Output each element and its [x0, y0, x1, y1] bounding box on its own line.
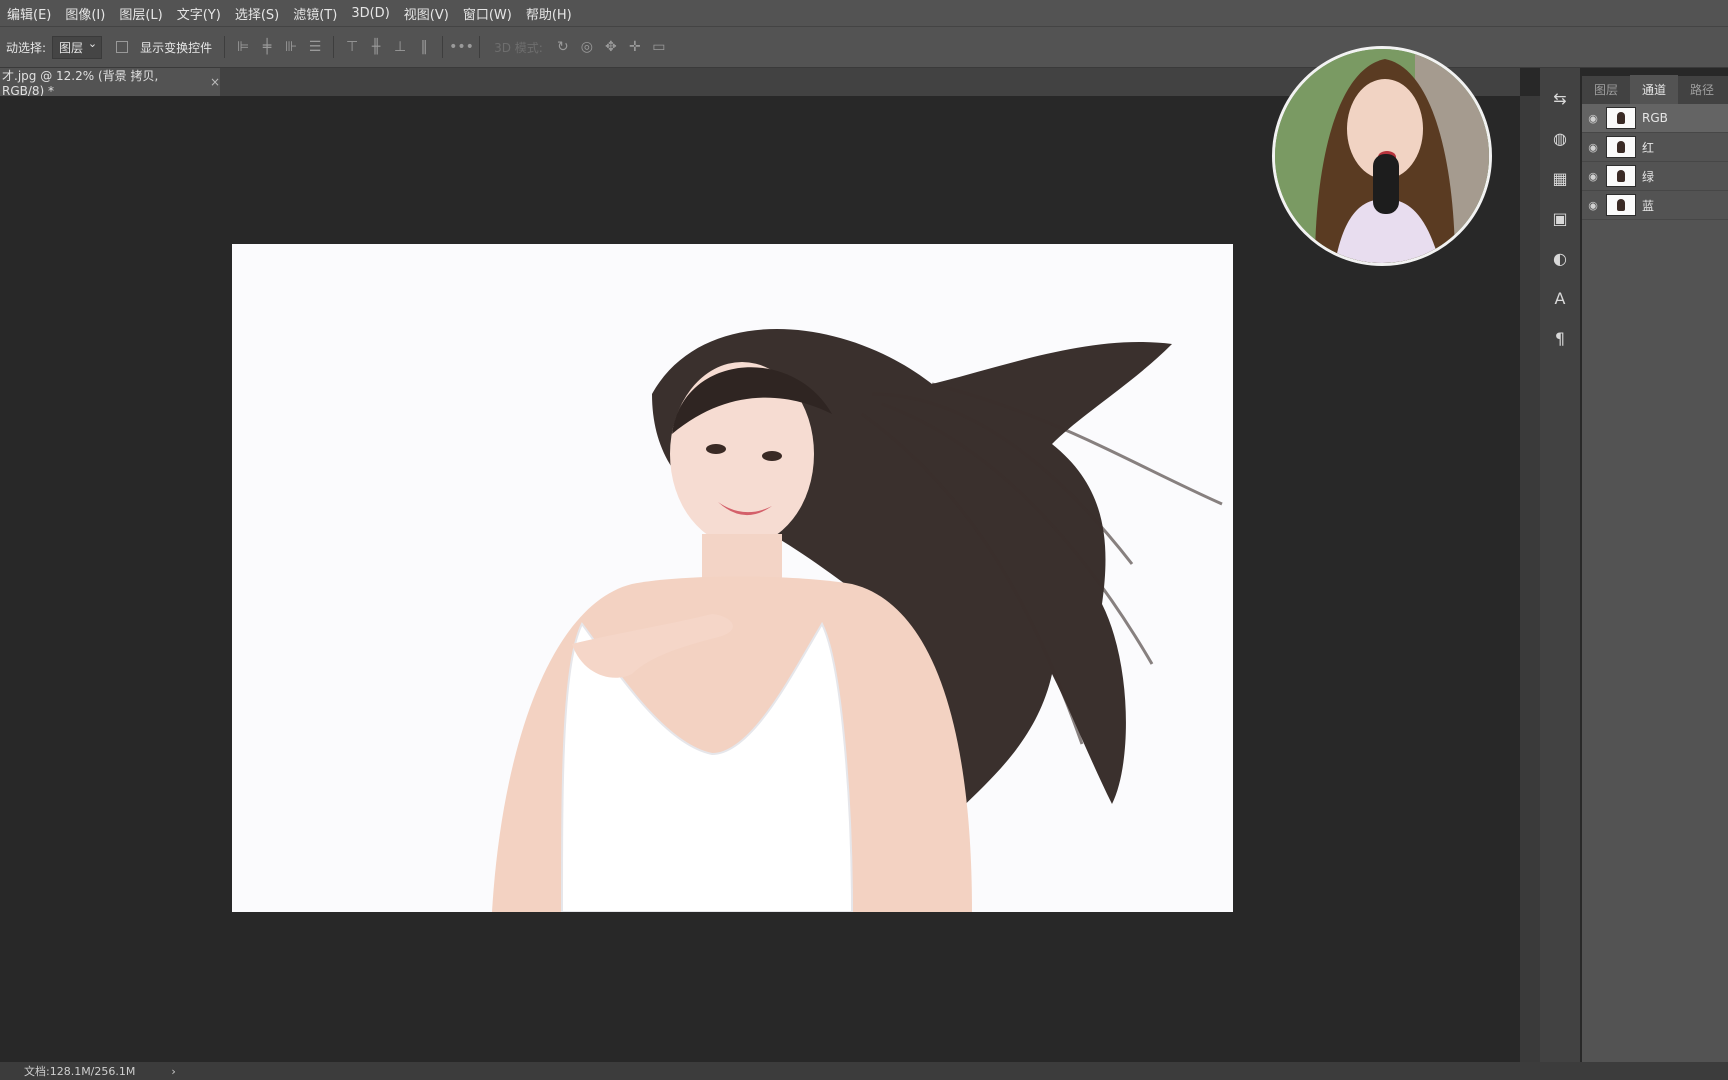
eye-icon[interactable]: ◉	[1584, 199, 1602, 212]
panel-tabs: 图层 通道 路径	[1582, 75, 1728, 104]
more-options-icon[interactable]: •••	[449, 39, 474, 55]
align-top-icon[interactable]: ⊤	[340, 39, 364, 55]
panel-icon-column: ⇆ ◍ ▦ ▣ ◐ A ¶	[1540, 78, 1580, 358]
menu-help[interactable]: 帮助(H)	[519, 4, 579, 23]
auto-select-dropdown[interactable]: 图层	[52, 35, 103, 59]
menu-type[interactable]: 文字(Y)	[170, 4, 228, 23]
align-bottom-icon[interactable]: ⊥	[388, 39, 412, 55]
close-icon[interactable]: ×	[210, 75, 220, 89]
align-middle-v-icon[interactable]: ╫	[364, 39, 388, 55]
channel-thumbnail	[1606, 107, 1636, 129]
pan-3d-icon[interactable]: ✥	[599, 39, 623, 55]
channel-name: 蓝	[1642, 198, 1655, 213]
document-tab-title: 才.jpg @ 12.2% (背景 拷贝, RGB/8) *	[2, 68, 159, 98]
menu-bar: 编辑(E) 图像(I) 图层(L) 文字(Y) 选择(S) 滤镜(T) 3D(D…	[0, 0, 1728, 26]
channel-row-green[interactable]: ◉ 绿	[1582, 162, 1728, 191]
libraries-icon[interactable]: ▣	[1540, 198, 1580, 238]
character-icon[interactable]: A	[1540, 278, 1580, 318]
eye-icon[interactable]: ◉	[1584, 170, 1602, 183]
slide-3d-icon[interactable]: ✛	[623, 39, 647, 55]
status-bar: 文档:128.1M/256.1M ›	[0, 1062, 1728, 1080]
show-transform-checkbox[interactable]	[116, 41, 129, 53]
separator	[333, 36, 335, 58]
tab-channels[interactable]: 通道	[1630, 75, 1679, 104]
webcam-overlay	[1272, 46, 1492, 266]
channels-panel: 图层 通道 路径 ◉ RGB ◉ 红 ◉ 绿 ◉ 蓝	[1582, 75, 1728, 1062]
document-size-info: 文档:128.1M/256.1M	[24, 1065, 136, 1078]
eye-icon[interactable]: ◉	[1584, 141, 1602, 154]
photo-canvas[interactable]	[232, 244, 1233, 912]
photo-portrait-image	[232, 244, 1233, 912]
swatches-grid-icon[interactable]: ▦	[1540, 158, 1580, 198]
vertical-scrollbar[interactable]	[1520, 96, 1540, 1062]
channel-thumbnail	[1606, 136, 1636, 158]
menu-layer[interactable]: 图层(L)	[112, 4, 169, 23]
roll-3d-icon[interactable]: ◎	[575, 39, 599, 55]
channel-name: 绿	[1642, 169, 1655, 184]
document-tab[interactable]: 才.jpg @ 12.2% (背景 拷贝, RGB/8) * ×	[0, 68, 220, 98]
channel-row-blue[interactable]: ◉ 蓝	[1582, 191, 1728, 220]
mode-3d-label: 3D 模式:	[494, 40, 543, 55]
channel-thumbnail	[1606, 165, 1636, 187]
separator	[442, 36, 444, 58]
menu-select[interactable]: 选择(S)	[228, 4, 286, 23]
distribute-v-icon[interactable]: ‖	[412, 39, 436, 55]
menu-view[interactable]: 视图(V)	[397, 4, 456, 23]
menu-filter[interactable]: 滤镜(T)	[286, 4, 344, 23]
orbit-3d-icon[interactable]: ↻	[551, 39, 575, 55]
channel-row-red[interactable]: ◉ 红	[1582, 133, 1728, 162]
presenter-video-image	[1275, 49, 1489, 263]
status-menu-arrow-icon[interactable]: ›	[135, 1065, 175, 1078]
tab-paths[interactable]: 路径	[1678, 75, 1726, 104]
channel-name: RGB	[1642, 111, 1668, 125]
channel-row-rgb[interactable]: ◉ RGB	[1582, 104, 1728, 133]
align-right-icon[interactable]: ⊪	[279, 39, 303, 55]
show-transform-label: 显示变换控件	[140, 40, 213, 55]
separator	[224, 36, 226, 58]
scale-3d-icon[interactable]: ▭	[647, 39, 671, 55]
align-center-h-icon[interactable]: ╪	[255, 39, 279, 55]
color-palette-icon[interactable]: ◍	[1540, 118, 1580, 158]
history-icon[interactable]: ⇆	[1540, 78, 1580, 118]
eye-icon[interactable]: ◉	[1584, 112, 1602, 125]
menu-3d[interactable]: 3D(D)	[344, 6, 396, 21]
separator	[479, 36, 481, 58]
channel-thumbnail	[1606, 194, 1636, 216]
menu-image[interactable]: 图像(I)	[58, 4, 112, 23]
tab-layers[interactable]: 图层	[1582, 75, 1630, 104]
options-bar: 动选择: 图层 显示变换控件 ⊫ ╪ ⊪ ☰ ⊤ ╫ ⊥ ‖ ••• 3D 模式…	[0, 26, 1728, 68]
adjustments-icon[interactable]: ◐	[1540, 238, 1580, 278]
paragraph-icon[interactable]: ¶	[1540, 318, 1580, 358]
align-left-icon[interactable]: ⊫	[231, 39, 255, 55]
menu-edit[interactable]: 编辑(E)	[0, 4, 58, 23]
distribute-h-icon[interactable]: ☰	[303, 39, 327, 55]
menu-window[interactable]: 窗口(W)	[456, 4, 519, 23]
channel-name: 红	[1642, 140, 1655, 155]
auto-select-label: 动选择:	[6, 40, 47, 55]
